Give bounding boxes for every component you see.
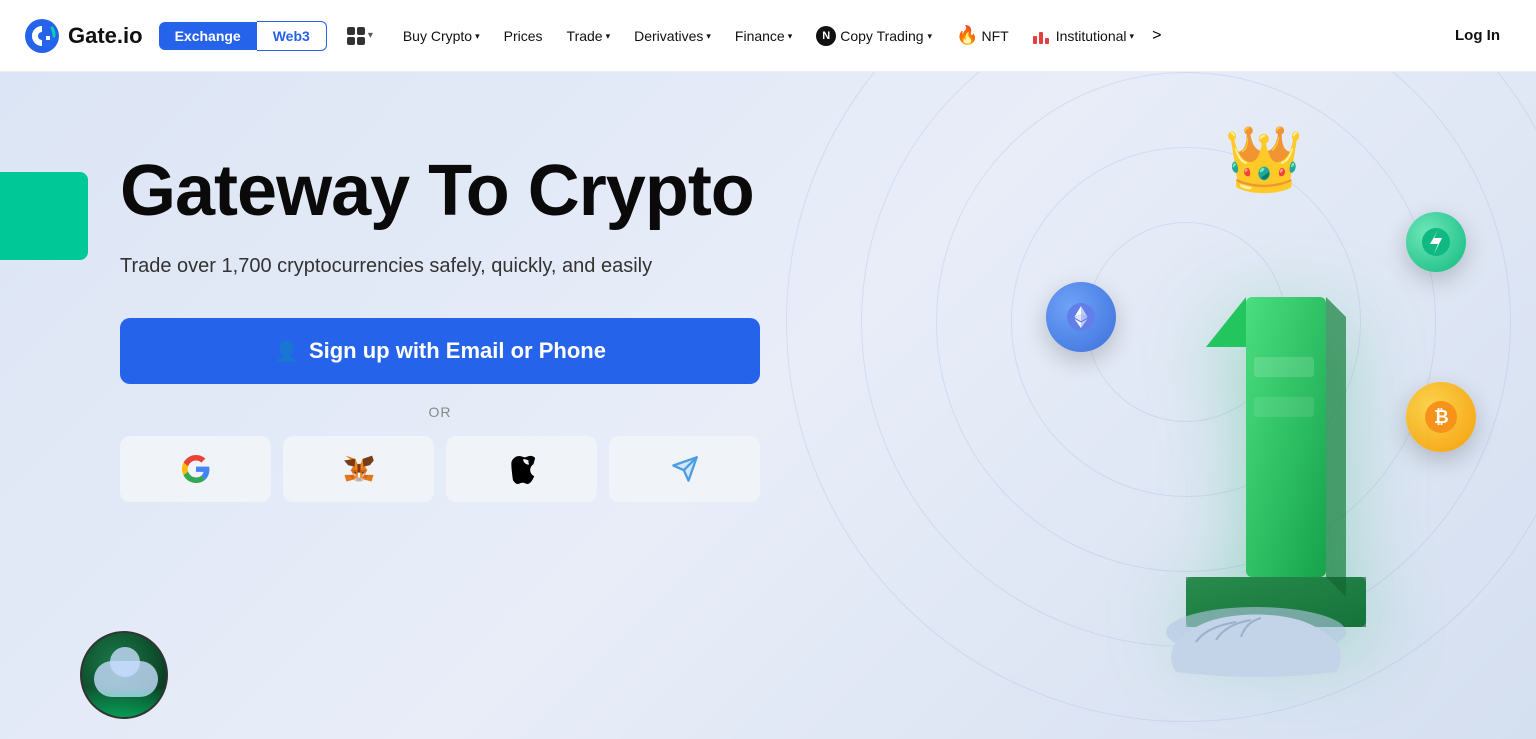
finance-link[interactable]: Finance ▾	[725, 22, 802, 50]
buy-crypto-link[interactable]: Buy Crypto ▾	[393, 22, 490, 50]
grid-menu-icon[interactable]: ▾	[347, 27, 373, 45]
copy-trading-n-icon: N	[816, 26, 836, 46]
telegram-login-button[interactable]	[609, 436, 760, 502]
hero-title: Gateway To Crypto	[120, 152, 760, 231]
google-icon	[182, 455, 210, 483]
logo[interactable]: Gate.io	[24, 18, 143, 54]
institutional-chart-icon	[1033, 28, 1053, 44]
metamask-login-button[interactable]	[283, 436, 434, 502]
coin-eth	[1046, 282, 1116, 352]
signup-user-icon: 👤	[274, 339, 299, 364]
copy-trading-link[interactable]: N Copy Trading ▾	[806, 20, 942, 52]
more-button[interactable]: >	[1148, 21, 1165, 51]
logo-text: Gate.io	[68, 23, 143, 49]
coin-btc: ₿	[1406, 382, 1476, 452]
copy-trading-chevron: ▾	[928, 31, 933, 42]
pedestal	[1146, 602, 1366, 682]
institutional-chevron: ▾	[1130, 31, 1135, 42]
crown-icon: 👑	[1224, 122, 1304, 197]
derivatives-link[interactable]: Derivatives ▾	[624, 22, 721, 50]
globe-avatar	[80, 631, 168, 719]
globe-glow	[82, 687, 166, 717]
trade-chevron: ▾	[606, 31, 611, 42]
nft-flame-icon: 🔥	[956, 25, 978, 46]
btc-icon: ₿	[1423, 399, 1459, 435]
login-button[interactable]: Log In	[1443, 21, 1512, 50]
nav-tabs: Exchange Web3	[159, 21, 327, 51]
apple-icon	[509, 454, 535, 484]
svg-text:₿: ₿	[1434, 407, 1449, 427]
signup-button[interactable]: 👤 Sign up with Email or Phone	[120, 318, 760, 384]
eth-icon	[1065, 301, 1097, 333]
number-one	[1146, 297, 1366, 642]
institutional-link[interactable]: Institutional ▾	[1023, 22, 1144, 50]
exchange-tab[interactable]: Exchange	[159, 22, 257, 50]
telegram-icon	[671, 455, 699, 483]
nav-links: Buy Crypto ▾ Prices Trade ▾ Derivatives …	[393, 19, 1443, 52]
prices-link[interactable]: Prices	[494, 22, 553, 50]
hero-subtitle: Trade over 1,700 cryptocurrencies safely…	[120, 255, 760, 278]
or-divider: OR	[120, 404, 760, 420]
google-login-button[interactable]	[120, 436, 271, 502]
lightning-icon	[1420, 226, 1452, 258]
apple-login-button[interactable]	[446, 436, 597, 502]
grid-chevron-icon: ▾	[368, 30, 373, 41]
number-one-svg	[1146, 297, 1366, 637]
finance-chevron: ▾	[788, 31, 793, 42]
hero-illustration: 👑 ₿	[1016, 102, 1496, 702]
web3-tab[interactable]: Web3	[257, 21, 327, 51]
metamask-icon	[344, 455, 374, 483]
hero-section: Gateway To Crypto Trade over 1,700 crypt…	[0, 72, 1536, 739]
logo-icon	[24, 18, 60, 54]
navbar: Gate.io Exchange Web3 ▾ Buy Crypto ▾ Pri…	[0, 0, 1536, 72]
trade-link[interactable]: Trade ▾	[557, 22, 621, 50]
nft-link[interactable]: 🔥 NFT	[946, 19, 1019, 52]
buy-crypto-chevron: ▾	[475, 31, 480, 42]
social-login-buttons	[120, 436, 760, 502]
derivatives-chevron: ▾	[706, 31, 711, 42]
hand-svg	[1146, 602, 1366, 682]
coin-other	[1406, 212, 1466, 272]
